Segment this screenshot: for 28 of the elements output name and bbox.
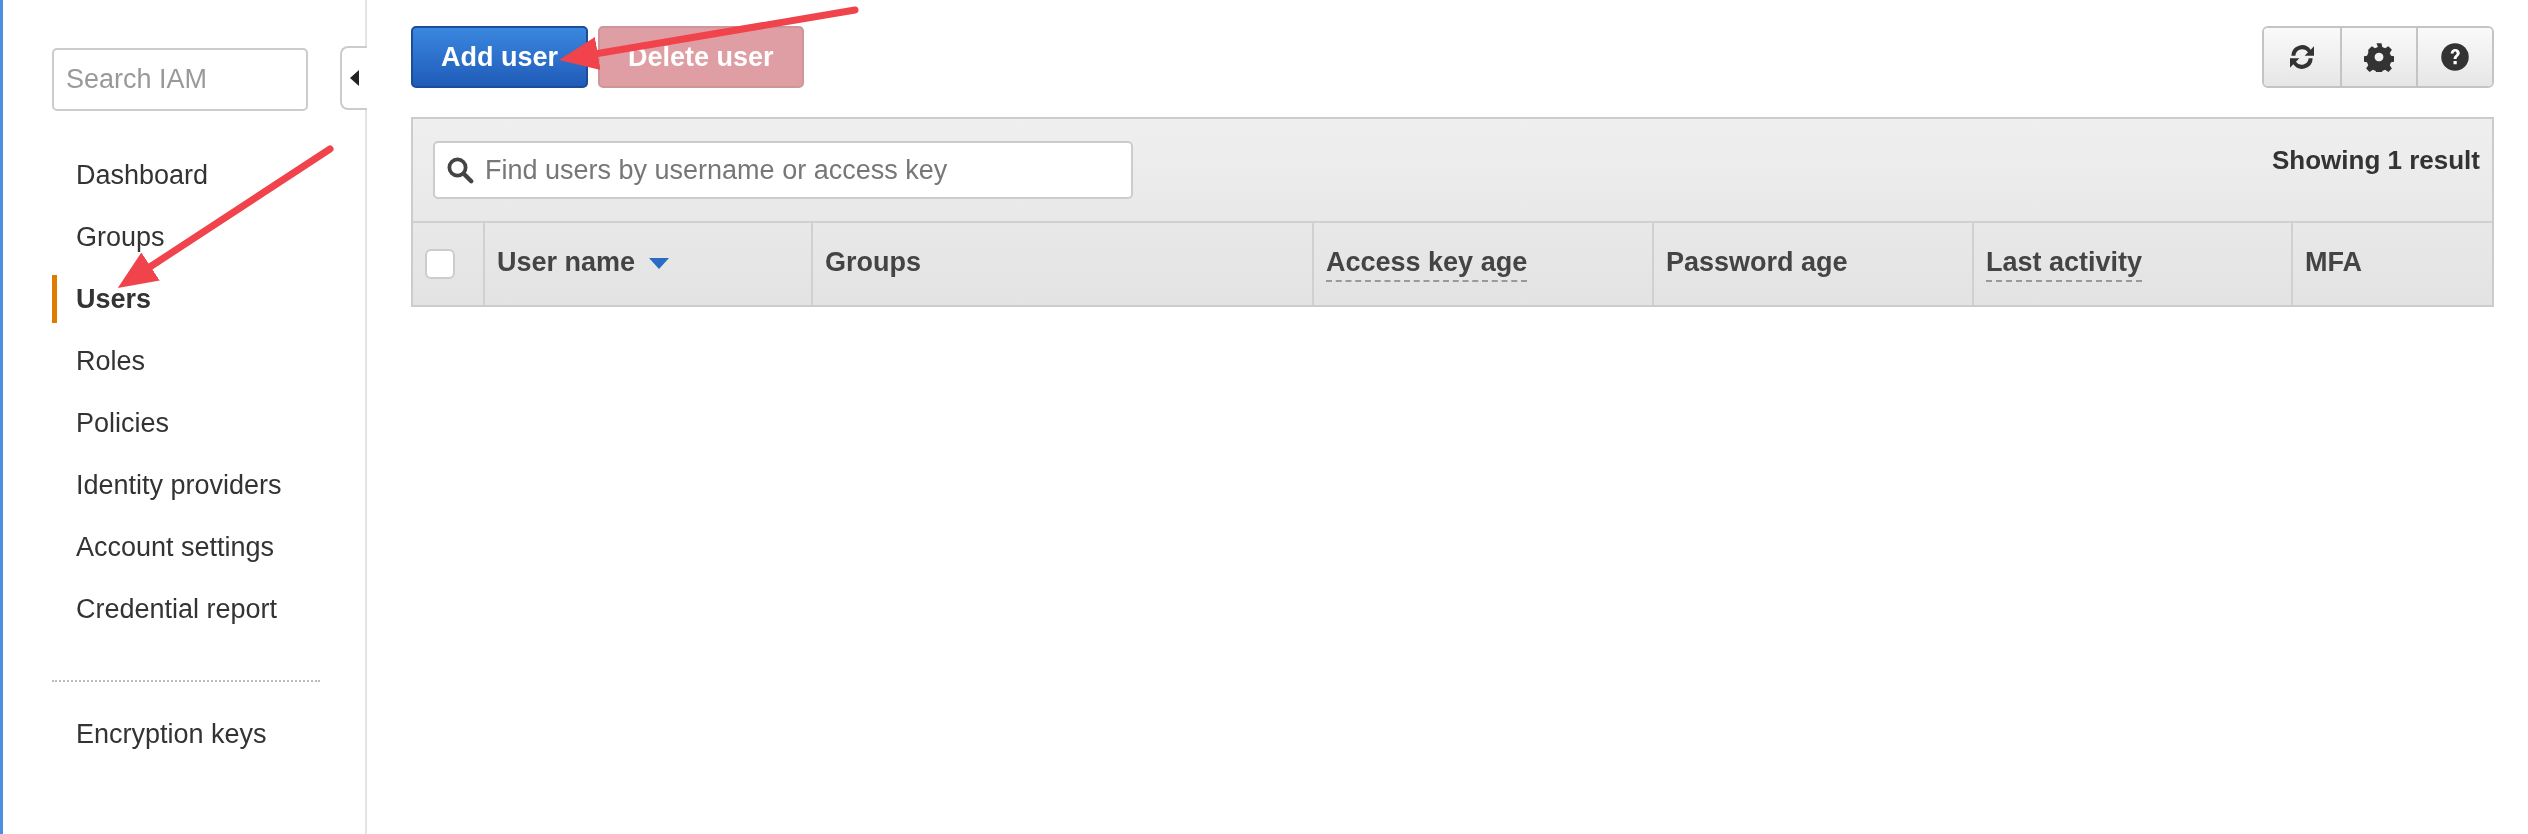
column-header[interactable]: User name <box>497 246 636 282</box>
help-icon <box>2440 42 2470 72</box>
caret-icon <box>349 70 360 86</box>
settings-icon <box>2364 42 2394 72</box>
settings-button[interactable] <box>2340 28 2416 86</box>
nav-item[interactable]: Users <box>52 275 365 323</box>
nav-item[interactable]: Dashboard <box>52 144 365 206</box>
column-header[interactable]: MFA <box>2305 246 2362 282</box>
search-field[interactable]: Search IAM <box>52 48 308 111</box>
collapse-button[interactable] <box>340 46 367 110</box>
column-header[interactable]: Access key age <box>1326 246 1528 282</box>
nav-item[interactable]: Roles <box>52 330 365 392</box>
nav-item[interactable]: Policies <box>52 392 365 454</box>
nav-item[interactable]: Encryption keys <box>52 703 365 765</box>
add-button[interactable]: Add user <box>411 26 589 88</box>
nav-item[interactable]: Identity providers <box>52 454 365 516</box>
search-field[interactable]: Find users by username or access key <box>433 141 1133 199</box>
column-header[interactable]: Groups <box>825 246 921 282</box>
search-icon <box>445 155 475 185</box>
select-all-checkbox[interactable] <box>425 249 455 279</box>
refresh-button[interactable] <box>2264 28 2340 86</box>
nav-item[interactable]: Credential report <box>52 578 365 640</box>
help-button[interactable] <box>2416 28 2492 86</box>
result-count: Showing 1 result <box>2271 145 2480 176</box>
column-header[interactable]: Last activity <box>1986 246 2143 282</box>
nav-item[interactable]: Account settings <box>52 516 365 578</box>
column-header[interactable]: Password age <box>1666 246 1848 282</box>
nav-item[interactable]: Groups <box>52 206 365 268</box>
